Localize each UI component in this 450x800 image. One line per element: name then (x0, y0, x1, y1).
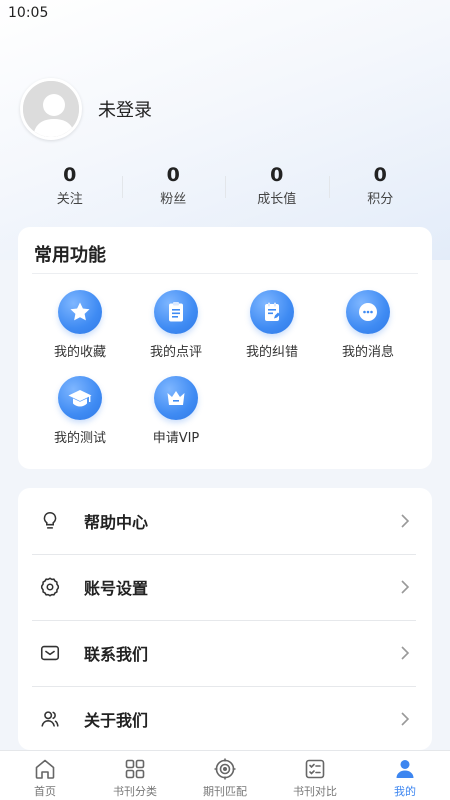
crown-icon (154, 376, 198, 420)
stat-value: 0 (63, 164, 77, 186)
tab-compare[interactable]: 书刊对比 (270, 751, 360, 800)
stat-following[interactable]: 0 关注 (18, 162, 122, 212)
stat-label: 粉丝 (160, 192, 187, 207)
stat-label: 成长值 (257, 192, 297, 207)
edit-list-icon (250, 290, 294, 334)
function-tests[interactable]: 我的测试 (32, 376, 128, 448)
menu-item-about-us[interactable]: 关于我们 (18, 686, 432, 752)
stats-row: 0 关注 0 粉丝 0 成长值 0 积分 (18, 162, 432, 212)
home-icon (35, 759, 55, 779)
tab-label: 首页 (34, 785, 56, 798)
menu-item-contact-us[interactable]: 联系我们 (18, 620, 432, 686)
mail-icon (38, 641, 62, 665)
chevron-right-icon (398, 578, 412, 596)
lightbulb-icon (38, 509, 62, 533)
avatar[interactable] (20, 78, 82, 140)
function-reviews[interactable]: 我的点评 (128, 290, 224, 362)
username-label[interactable]: 未登录 (98, 96, 152, 122)
person-icon (396, 760, 414, 778)
profile-header[interactable]: 未登录 (20, 78, 152, 140)
function-label: 我的测试 (53, 431, 106, 446)
gear-icon (38, 575, 62, 599)
stat-value: 0 (373, 164, 387, 186)
tab-categories[interactable]: 书刊分类 (90, 751, 180, 800)
chevron-right-icon (398, 710, 412, 728)
function-favorites[interactable]: 我的收藏 (32, 290, 128, 362)
stat-label: 积分 (367, 192, 394, 207)
function-grid: 我的收藏 我的点评 我的纠错 我的消息 我的测试 申请VIP (18, 274, 432, 448)
menu-item-label: 帮助中心 (84, 513, 149, 532)
stat-value: 0 (166, 164, 180, 186)
star-icon (58, 290, 102, 334)
tab-label: 期刊匹配 (203, 785, 247, 798)
stat-value: 0 (270, 164, 284, 186)
clipboard-icon (154, 290, 198, 334)
common-functions-card: 常用功能 我的收藏 我的点评 我的纠错 我的消息 我的测试 申请VIP (18, 227, 432, 469)
chevron-right-icon (398, 644, 412, 662)
tab-label: 书刊对比 (293, 785, 337, 798)
chevron-right-icon (398, 512, 412, 530)
stat-growth[interactable]: 0 成长值 (225, 162, 329, 212)
tab-home[interactable]: 首页 (0, 751, 90, 800)
message-icon (346, 290, 390, 334)
menu-item-label: 账号设置 (84, 579, 149, 598)
status-time: 10:05 (8, 5, 49, 21)
compare-icon (305, 759, 325, 779)
menu-item-help-center[interactable]: 帮助中心 (18, 488, 432, 554)
tab-mine[interactable]: 我的 (360, 751, 450, 800)
function-label: 我的纠错 (245, 345, 298, 360)
menu-item-label: 联系我们 (84, 645, 149, 664)
function-messages[interactable]: 我的消息 (320, 290, 416, 362)
grid-icon (125, 759, 145, 779)
function-apply-vip[interactable]: 申请VIP (128, 376, 224, 448)
avatar-placeholder-icon (23, 81, 79, 137)
stat-label: 关注 (56, 192, 83, 207)
menu-item-account-settings[interactable]: 账号设置 (18, 554, 432, 620)
graduation-cap-icon (58, 376, 102, 420)
target-icon (214, 758, 236, 780)
function-label: 我的点评 (149, 345, 202, 360)
function-label: 我的消息 (341, 345, 394, 360)
status-bar: 10:05 (0, 0, 450, 26)
stat-followers[interactable]: 0 粉丝 (121, 162, 226, 212)
tab-journal-match[interactable]: 期刊匹配 (180, 751, 270, 800)
function-corrections[interactable]: 我的纠错 (224, 290, 320, 362)
users-icon (38, 707, 62, 731)
menu-item-label: 关于我们 (84, 711, 149, 730)
tab-label: 我的 (394, 785, 416, 798)
card-title: 常用功能 (34, 245, 106, 266)
tab-label: 书刊分类 (113, 785, 157, 798)
stat-points[interactable]: 0 积分 (328, 162, 433, 212)
settings-menu-card: 帮助中心 账号设置 联系我们 关于我们 (18, 488, 432, 750)
function-label: 申请VIP (152, 431, 200, 446)
function-label: 我的收藏 (53, 345, 106, 360)
bottom-tab-bar: 首页 书刊分类 期刊匹配 书刊对比 我的 (0, 750, 450, 800)
